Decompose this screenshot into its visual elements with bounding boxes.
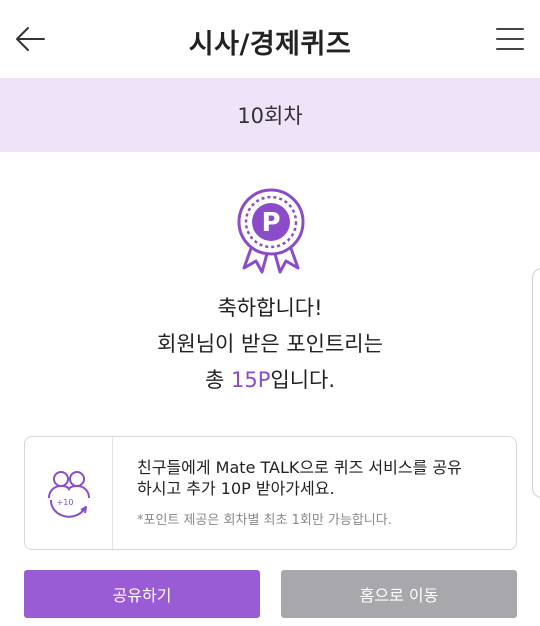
result-line-3: 총 15P입니다. bbox=[0, 362, 540, 398]
point-award-medal-icon: P bbox=[237, 188, 305, 274]
share-reward-card: +10 친구들에게 Mate TALK으로 퀴즈 서비스를 공유 하시고 추가 … bbox=[24, 436, 517, 550]
share-line-2: 하시고 추가 10P 받아가세요. bbox=[137, 479, 335, 498]
point-badge: P bbox=[234, 188, 308, 274]
hamburger-menu-icon bbox=[496, 28, 524, 50]
menu-button[interactable] bbox=[496, 26, 524, 52]
share-button[interactable]: 공유하기 bbox=[24, 570, 260, 618]
share-icon-cell: +10 bbox=[25, 437, 113, 549]
result-suffix: 입니다. bbox=[270, 368, 336, 392]
share-note: *포인트 제공은 회차별 최초 1회만 가능합니다. bbox=[137, 513, 392, 528]
round-label: 10회차 bbox=[237, 104, 303, 128]
side-panel-edge[interactable] bbox=[532, 268, 540, 498]
app-header: 시사/경제퀴즈 bbox=[0, 0, 540, 78]
page-title: 시사/경제퀴즈 bbox=[188, 29, 352, 60]
round-banner: 10회차 bbox=[0, 78, 540, 152]
plus10-text: +10 bbox=[56, 498, 73, 507]
result-line-1: 축하합니다! bbox=[217, 296, 323, 320]
result-message: 축하합니다! 회원님이 받은 포인트리는 총 15P입니다. bbox=[0, 290, 540, 398]
result-prefix: 총 bbox=[204, 368, 231, 392]
share-text-block: 친구들에게 Mate TALK으로 퀴즈 서비스를 공유 하시고 추가 10P … bbox=[137, 457, 498, 528]
badge-letter: P bbox=[261, 208, 280, 238]
result-line-2: 회원님이 받은 포인트리는 bbox=[157, 332, 383, 356]
go-home-button[interactable]: 홈으로 이동 bbox=[281, 570, 517, 618]
points-value: 15P bbox=[230, 368, 271, 392]
friends-plus10-icon: +10 bbox=[47, 471, 90, 518]
share-line-1: 친구들에게 Mate TALK으로 퀴즈 서비스를 공유 bbox=[137, 458, 462, 477]
